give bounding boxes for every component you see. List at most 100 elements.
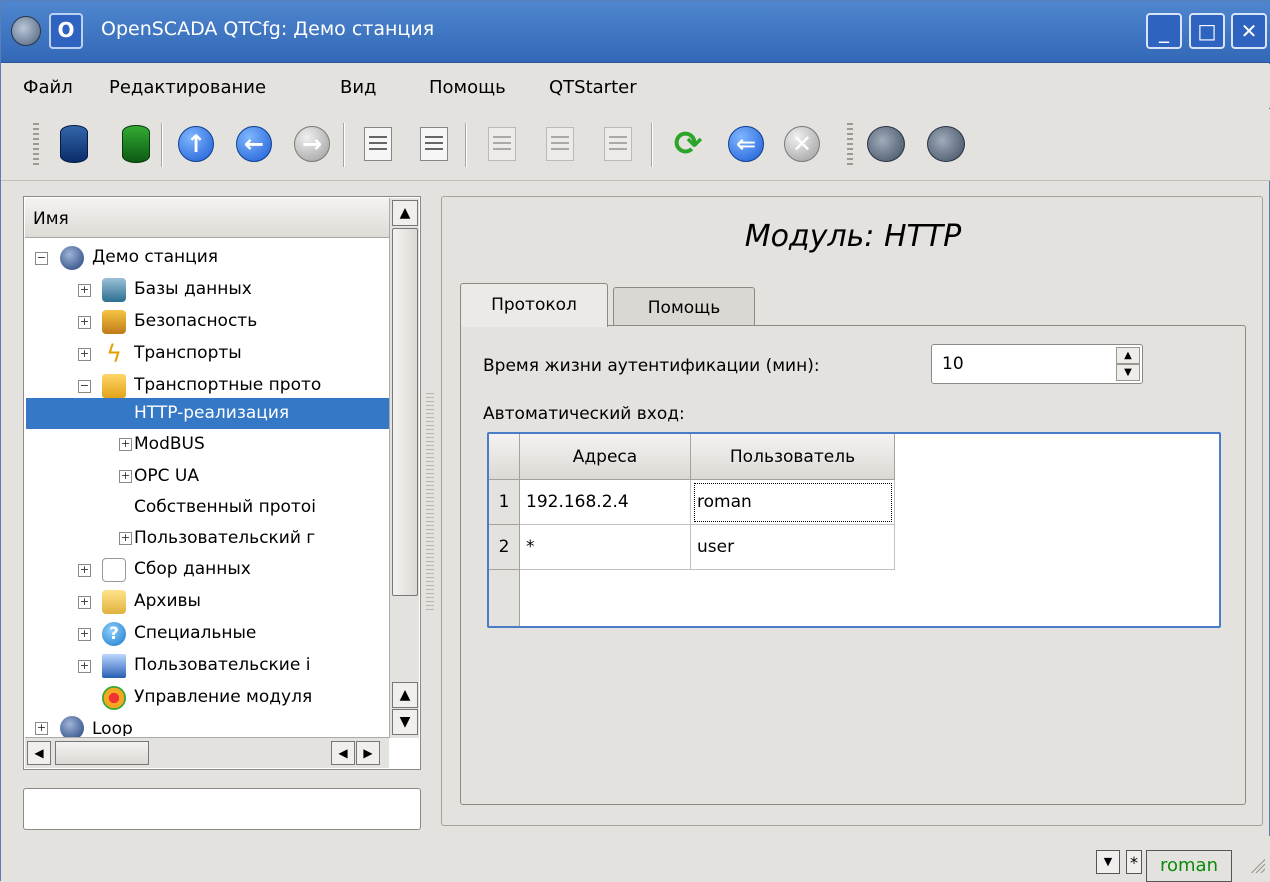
dropdown-icon[interactable]: ▼ [1096,850,1120,874]
table-cell[interactable]: 192.168.2.4 [520,480,691,525]
scroll-up-icon[interactable]: ▲ [392,682,418,708]
table-empty-area[interactable] [895,480,1219,570]
tree-vertical-scrollbar[interactable]: ▲ ▲ ▼ [389,198,419,738]
expand-toggle[interactable]: + [119,532,132,545]
start-button[interactable]: ⇐ [723,121,769,167]
scroll-down-icon[interactable]: ▼ [392,709,418,735]
table-empty-area[interactable] [520,570,1219,626]
qtcfg-button[interactable] [863,121,909,167]
row-header[interactable]: 1 [489,480,520,525]
autologin-table[interactable]: Адреса Пользователь 1 192.168.2.4 roman … [487,432,1221,628]
tab-protocol[interactable]: Протокол [460,283,608,327]
tree-item-opcua[interactable]: OPC UA [134,461,199,492]
stop-button[interactable]: ✕ [779,121,825,167]
tree-item-user-protocol[interactable]: Пользовательский г [134,523,388,554]
stop-icon: ✕ [784,126,820,162]
add-item-button[interactable] [355,121,401,167]
column-header-user[interactable]: Пользователь [691,434,895,480]
expand-toggle[interactable]: + [78,660,91,673]
tree-item-databases[interactable]: Базы данных [134,274,252,305]
scroll-left-icon[interactable]: ◀ [331,741,355,765]
column-header-address[interactable]: Адреса [520,434,691,480]
tree-item-daq[interactable]: Сбор данных [134,554,251,585]
toolbar-grip[interactable] [33,123,39,167]
menu-file[interactable]: Файл [23,77,73,98]
tree-item-security[interactable]: Безопасность [134,306,257,337]
collapse-toggle[interactable]: − [78,380,91,393]
menu-edit[interactable]: Редактирование [109,77,266,98]
uicfg-icon [927,126,965,162]
current-user[interactable]: roman [1146,850,1232,882]
tree-item-demo-station[interactable]: Демо станция [92,242,218,273]
spin-down-icon[interactable]: ▼ [1116,364,1140,381]
pane-splitter[interactable] [426,393,434,611]
table-cell[interactable]: * [520,525,691,570]
expand-toggle[interactable]: + [35,722,48,735]
expand-toggle[interactable]: + [78,316,91,329]
delete-item-button[interactable] [411,121,457,167]
expand-toggle[interactable]: + [78,564,91,577]
close-button[interactable]: ✕ [1231,13,1267,49]
refresh-button[interactable]: ⟳ [665,121,711,167]
toolbar-grip[interactable] [847,123,853,167]
db-load-button[interactable] [51,121,97,167]
title-bar[interactable]: O OpenSCADA QTCfg: Демо станция _ □ ✕ [1,1,1270,63]
spin-up-icon[interactable]: ▲ [1116,347,1140,364]
navigation-pane: Имя − Демо станция + Базы данных + Безоп… [23,196,421,770]
toolbar-separator [465,123,467,167]
tab-panel: Время жизни аутентификации (мин): 10 ▲ ▼… [460,325,1246,805]
back-button[interactable]: ← [231,121,277,167]
tab-help[interactable]: Помощь [613,287,755,327]
copy-button[interactable] [479,121,525,167]
tree-item-special[interactable]: Специальные [134,618,256,649]
object-tree[interactable]: Имя − Демо станция + Базы данных + Безоп… [23,196,421,770]
collapse-toggle[interactable]: − [35,252,48,265]
window-menu-button[interactable]: O [49,13,83,49]
scroll-left-icon[interactable]: ◀ [27,741,51,765]
tree-item-http[interactable]: HTTP-реализация [134,398,289,429]
expand-toggle[interactable]: + [78,628,91,641]
cut-button[interactable] [537,121,583,167]
tree-item-module-control[interactable]: Управление модуля [134,682,388,713]
tree-item-self-protocol[interactable]: Собственный протоі [134,492,388,523]
paste-button[interactable] [595,121,641,167]
minimize-button[interactable]: _ [1146,13,1182,49]
modified-indicator[interactable]: * [1126,850,1142,874]
tree-item-loop[interactable]: Loop [92,714,133,736]
db-save-icon [122,125,150,163]
expand-toggle[interactable]: + [78,596,91,609]
auth-lifetime-spinbox[interactable]: 10 ▲ ▼ [931,344,1143,384]
menu-help[interactable]: Помощь [429,77,506,98]
up-button[interactable]: ↑ [173,121,219,167]
resize-grip-icon[interactable] [1249,857,1265,873]
tree-item-transports[interactable]: Транспорты [134,338,242,369]
menu-qtstarter[interactable]: QTStarter [549,77,637,98]
row-header[interactable]: 2 [489,525,520,570]
table-cell[interactable]: roman [691,480,895,525]
table-cell[interactable]: user [691,525,895,570]
tree-horizontal-scrollbar[interactable]: ◀ ◀ ▶ [25,737,389,768]
maximize-button[interactable]: □ [1189,13,1225,49]
tree-header[interactable]: Имя [25,198,389,238]
uicfg-button[interactable] [923,121,969,167]
tree-item-modbus[interactable]: ModBUS [134,429,205,460]
menu-view[interactable]: Вид [340,77,377,98]
tree-item-archives[interactable]: Архивы [134,586,201,617]
toolbar-separator [161,123,163,167]
db-save-button[interactable] [113,121,159,167]
forward-button[interactable]: → [289,121,335,167]
tree-item-transport-protocols[interactable]: Транспортные прото [134,370,388,401]
expand-toggle[interactable]: + [78,348,91,361]
expand-toggle[interactable]: + [119,470,132,483]
start-icon: ⇐ [728,126,764,162]
auth-lifetime-value[interactable]: 10 [942,354,964,374]
expand-toggle[interactable]: + [78,284,91,297]
database-icon [102,278,126,302]
tree-item-user-interfaces[interactable]: Пользовательские і [134,650,388,681]
scroll-up-icon[interactable]: ▲ [392,200,418,226]
scroll-right-icon[interactable]: ▶ [356,741,380,765]
table-corner[interactable] [489,434,520,480]
scroll-thumb[interactable] [55,741,149,765]
expand-toggle[interactable]: + [119,438,132,451]
scroll-thumb[interactable] [392,228,418,596]
